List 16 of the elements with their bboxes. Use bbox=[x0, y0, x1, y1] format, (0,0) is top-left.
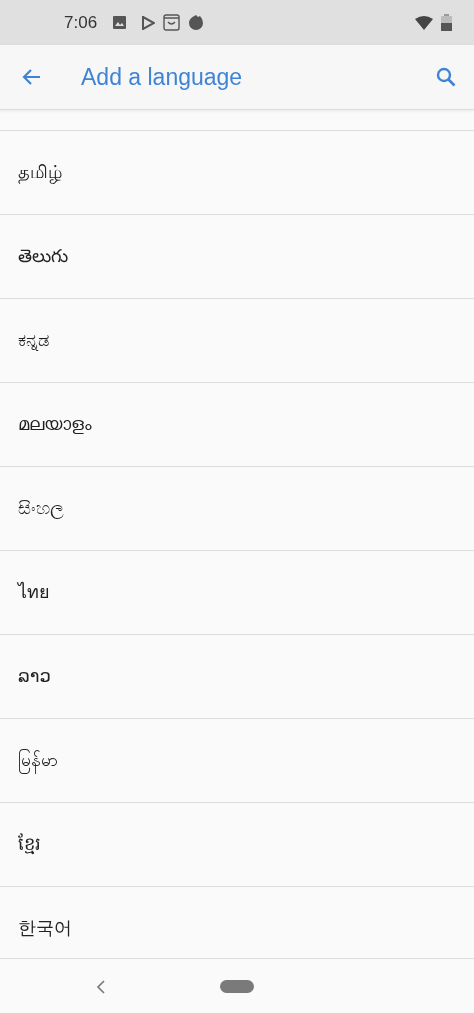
language-item[interactable]: ಕನ್ನಡ bbox=[0, 299, 474, 383]
language-item[interactable]: മലയാളം bbox=[0, 383, 474, 467]
image-icon bbox=[113, 16, 127, 29]
language-item[interactable]: ລາວ bbox=[0, 635, 474, 719]
tray-icon bbox=[163, 14, 181, 31]
page-title: Add a language bbox=[81, 62, 243, 92]
language-item[interactable]: తెలుగు bbox=[0, 215, 474, 299]
language-item[interactable]: தமிழ் bbox=[0, 131, 474, 215]
language-item[interactable]: සිංහල bbox=[0, 467, 474, 551]
language-item[interactable]: ខ្មែរ bbox=[0, 803, 474, 887]
home-button[interactable] bbox=[220, 979, 254, 993]
clock: 7:06 bbox=[64, 11, 98, 34]
language-item[interactable]: ไทย bbox=[0, 551, 474, 635]
language-item[interactable]: မြန်မာ bbox=[0, 719, 474, 803]
battery-icon bbox=[441, 14, 452, 31]
wifi-icon bbox=[415, 15, 433, 30]
